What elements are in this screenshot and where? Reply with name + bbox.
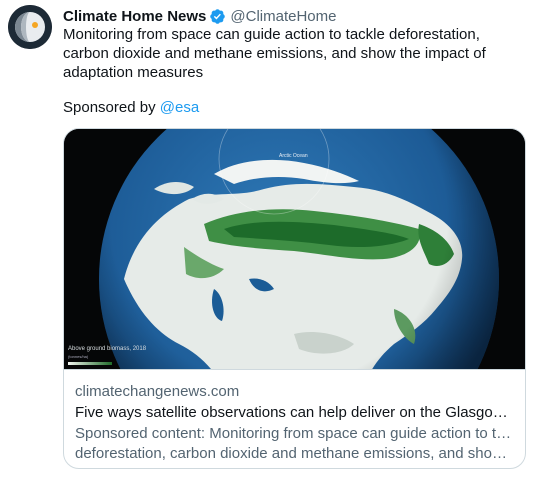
- sponsor-mention-link[interactable]: @esa: [160, 99, 199, 116]
- tweet-header: Climate Home News @ClimateHome: [63, 6, 336, 26]
- card-title: Five ways satellite observations can hel…: [75, 404, 514, 421]
- card-description-line2: deforestation, carbon dioxide and methan…: [75, 445, 514, 462]
- image-caption-units: (tonnes/ha): [68, 354, 89, 359]
- arctic-ocean-label: Arctic Ocean: [279, 153, 308, 159]
- image-caption: Above ground biomass, 2018 (tonnes/ha): [68, 346, 146, 360]
- image-caption-title: Above ground biomass, 2018: [68, 346, 147, 352]
- author-avatar[interactable]: [8, 5, 52, 49]
- card-description: Sponsored content: Monitoring from space…: [75, 424, 514, 464]
- author-display-name[interactable]: Climate Home News: [63, 8, 206, 25]
- earth-globe-image: Arctic Ocean: [64, 129, 525, 369]
- card-image[interactable]: Arctic Ocean Above ground biomass, 2018 …: [64, 129, 525, 370]
- link-card[interactable]: Arctic Ocean Above ground biomass, 2018 …: [63, 128, 526, 469]
- biomass-legend-bar: [68, 362, 112, 365]
- author-handle[interactable]: @ClimateHome: [230, 8, 336, 25]
- verified-badge-icon: [210, 8, 226, 24]
- sponsored-line: Sponsored by @esa: [63, 98, 199, 117]
- card-body: climatechangenews.com Five ways satellit…: [64, 371, 525, 464]
- climate-home-logo-icon: [8, 5, 52, 49]
- tweet-text: Monitoring from space can guide action t…: [63, 26, 486, 81]
- card-description-line1: Sponsored content: Monitoring from space…: [75, 425, 514, 442]
- sponsored-prefix: Sponsored by: [63, 99, 156, 116]
- card-domain: climatechangenews.com: [75, 383, 240, 400]
